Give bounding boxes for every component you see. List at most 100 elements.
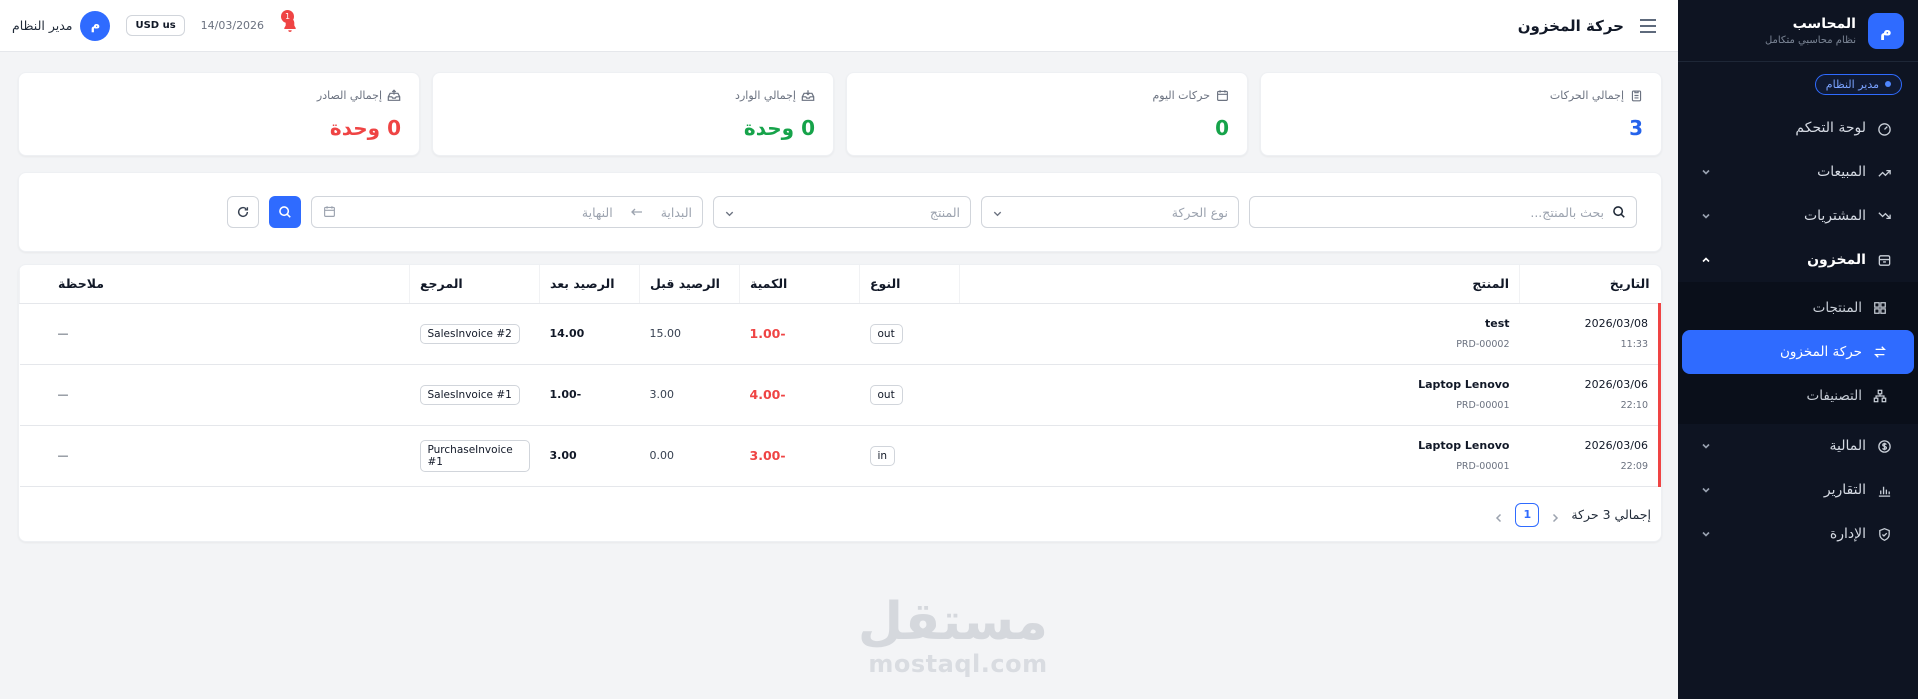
movement-type-badge: out — [869, 323, 903, 344]
row-time: 11:33 — [1620, 339, 1648, 350]
sidebar-item-label: التقارير — [1823, 482, 1866, 498]
swap-icon — [1872, 344, 1888, 360]
column-header-type[interactable]: النوع — [859, 265, 960, 304]
role-label: مدير النظام — [1825, 77, 1879, 91]
notifications-bell-icon[interactable]: 1 — [280, 9, 298, 35]
chevron-down-icon — [724, 207, 735, 218]
reference-link[interactable]: PurchaseInvoice #1 — [419, 439, 530, 472]
search-input[interactable]: بحث بالمنتج... — [1249, 196, 1637, 228]
row-product-name: Laptop Lenovo — [1418, 378, 1510, 391]
stat-card-total-outgoing: إجمالي الصادر 0 وحدة — [18, 72, 420, 156]
search-icon — [278, 205, 292, 219]
search-button[interactable] — [269, 196, 301, 228]
row-product-code: PRD-00001 — [1456, 400, 1510, 411]
calendar-icon — [322, 205, 336, 219]
sidebar-subitem-label: المنتجات — [1812, 300, 1862, 316]
column-header-date[interactable]: التاريخ — [1519, 265, 1660, 304]
table-header-row: التاريخ المنتج النوع الكمية الرصيد قبل ا… — [19, 265, 1660, 304]
sidebar-item-label: الإدارة — [1829, 526, 1866, 542]
page-number-button[interactable]: 1 — [1515, 502, 1540, 527]
inbox-in-icon — [801, 89, 815, 102]
sidebar-subitem-products[interactable]: المنتجات — [1682, 286, 1914, 330]
stat-head: إجمالي الحركات — [1279, 89, 1643, 102]
calendar-icon — [1216, 89, 1229, 102]
brand-subtitle: نظام محاسبي متكامل — [1764, 34, 1856, 46]
movement-type-badge: in — [869, 445, 896, 466]
sidebar: م المحاسب نظام محاسبي متكامل مدير النظام… — [1678, 0, 1918, 699]
brand-logo: م — [1868, 12, 1904, 49]
search-placeholder: بحث بالمنتج... — [1530, 204, 1604, 220]
row-note: — — [57, 449, 69, 462]
prev-page-icon[interactable] — [1549, 509, 1561, 522]
stat-card-total-movements: إجمالي الحركات 3 — [1260, 72, 1662, 156]
stat-value: 0 — [1215, 116, 1229, 140]
sidebar-item-reports[interactable]: التقارير — [1678, 468, 1918, 512]
stat-label: إجمالي الحركات — [1549, 89, 1624, 102]
chevron-down-icon — [1700, 166, 1712, 178]
reset-button[interactable] — [227, 196, 259, 228]
bar-chart-icon — [1876, 482, 1892, 498]
reference-link[interactable]: SalesInvoice #2 — [419, 323, 520, 344]
row-quantity: -1.00 — [749, 326, 786, 341]
user-menu[interactable]: م مدير النظام — [12, 10, 111, 41]
column-header-reference[interactable]: المرجع — [409, 265, 540, 304]
user-name: مدير النظام — [12, 18, 73, 33]
product-select[interactable]: المنتج — [713, 196, 971, 228]
table-row[interactable]: 2026/03/06 22:10 Laptop Lenovo PRD-00001 o… — [19, 364, 1661, 426]
movement-type-select[interactable]: نوع الحركة — [981, 196, 1239, 228]
row-quantity: -4.00 — [749, 387, 786, 402]
brand-text: المحاسب نظام محاسبي متكامل — [1765, 16, 1856, 46]
sidebar-item-dashboard[interactable]: لوحة التحكم — [1678, 106, 1918, 150]
stat-head: إجمالي الصادر — [37, 89, 401, 102]
sitemap-icon — [1872, 388, 1888, 404]
arrow-left-icon — [630, 207, 643, 217]
sidebar-item-label: المالية — [1829, 438, 1866, 454]
currency-selector[interactable]: USD us — [126, 15, 185, 36]
role-dot — [1885, 81, 1891, 87]
sidebar-subitem-label: التصنيفات — [1806, 388, 1862, 404]
table-row[interactable]: 2026/03/06 22:09 Laptop Lenovo PRD-00001 i… — [19, 425, 1661, 487]
sidebar-item-inventory[interactable]: المخزون — [1678, 238, 1918, 282]
movements-table-card: التاريخ المنتج النوع الكمية الرصيد قبل ا… — [18, 264, 1662, 542]
trend-up-icon — [1876, 164, 1892, 180]
sidebar-item-purchases[interactable]: المشتريات — [1678, 194, 1918, 238]
pagination: إجمالي 3 حركة 1 — [19, 487, 1661, 542]
sidebar-item-sales[interactable]: المبيعات — [1678, 150, 1918, 194]
column-header-product[interactable]: المنتج — [959, 265, 1520, 304]
role-badge: مدير النظام — [1814, 73, 1902, 95]
column-header-balance-before[interactable]: الرصيد قبل — [639, 265, 740, 304]
filters-bar: بحث بالمنتج... نوع الحركة المنتج البداية… — [18, 172, 1662, 252]
next-page-icon[interactable] — [1493, 509, 1505, 522]
row-time: 22:09 — [1620, 461, 1648, 472]
column-header-quantity[interactable]: الكمية — [739, 265, 860, 304]
sidebar-subitem-categories[interactable]: التصنيفات — [1682, 374, 1914, 418]
brand-name: المحاسب — [1792, 15, 1856, 32]
inventory-subnav: المنتجات حركة المخزون التصنيفات — [1678, 282, 1918, 424]
trend-down-icon — [1876, 208, 1892, 224]
reference-link[interactable]: SalesInvoice #1 — [419, 384, 520, 405]
start-date-placeholder: البداية — [660, 204, 692, 220]
sidebar-item-finance[interactable]: المالية — [1678, 424, 1918, 468]
row-balance-after: 14.00 — [549, 327, 585, 340]
stat-card-total-incoming: إجمالي الوارد 0 وحدة — [432, 72, 834, 156]
brand: م المحاسب نظام محاسبي متكامل — [1678, 0, 1918, 62]
sidebar-item-admin[interactable]: الإدارة — [1678, 512, 1918, 556]
watermark-url: mostaql.com — [868, 650, 1048, 678]
sidebar-subitem-stock-movement[interactable]: حركة المخزون — [1682, 330, 1914, 374]
column-header-note[interactable]: ملاحظة — [19, 265, 410, 304]
hamburger-menu-icon[interactable] — [1638, 16, 1658, 36]
table-row[interactable]: 2026/03/08 11:33 test PRD-00002 out -1.00 … — [19, 303, 1661, 365]
pagination-buttons: 1 — [1493, 502, 1561, 527]
page-title: حركة المخزون — [1517, 16, 1624, 35]
row-quantity: -3.00 — [749, 448, 786, 463]
date-range-picker[interactable]: البداية النهاية — [311, 196, 703, 228]
row-product-name: Laptop Lenovo — [1418, 439, 1510, 452]
sidebar-item-label: المخزون — [1807, 252, 1866, 268]
row-note: — — [57, 327, 69, 340]
chevron-down-icon — [1700, 440, 1712, 452]
column-header-balance-after[interactable]: الرصيد بعد — [539, 265, 640, 304]
row-note: — — [57, 388, 69, 401]
movements-table: التاريخ المنتج النوع الكمية الرصيد قبل ا… — [19, 265, 1661, 487]
chevron-down-icon — [992, 207, 1003, 218]
sidebar-group-inventory: المخزون المنتجات حركة المخزون التصنيفات — [1678, 238, 1918, 424]
